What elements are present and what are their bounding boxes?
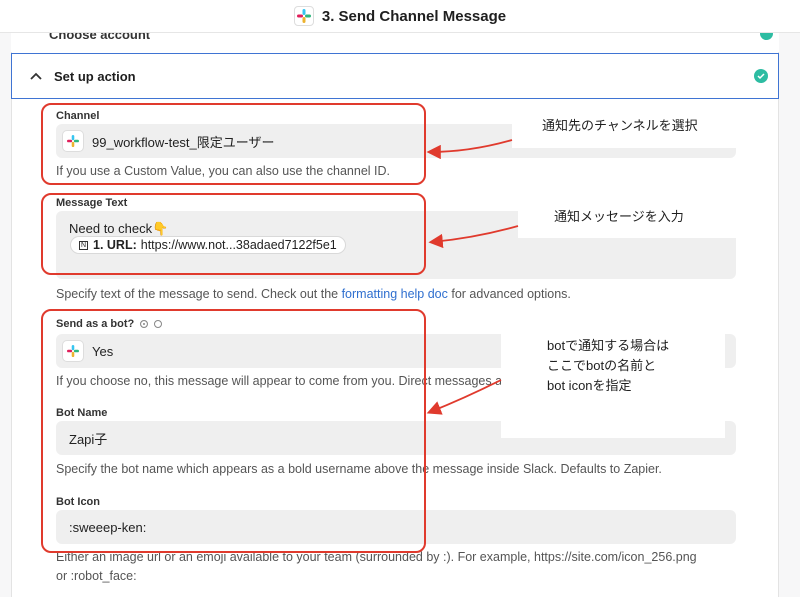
check-circle-icon xyxy=(760,33,773,40)
annotation-text: botで通知する場合は xyxy=(547,338,670,353)
url-pill[interactable]: N 1. URL: https://www.not...38adaed7122f… xyxy=(70,236,346,254)
annotation-callout: botで通知する場合は ここでbotの名前と bot iconを指定 xyxy=(501,330,725,438)
annotation-text: 通知メッセージを入力 xyxy=(554,209,684,224)
send-as-bot-text: Send as a bot? xyxy=(56,318,135,330)
bot-icon-help: Either an image url or an emoji availabl… xyxy=(56,550,697,564)
radio-off-icon[interactable] xyxy=(154,320,163,329)
page-title: 3. Send Channel Message xyxy=(321,7,507,25)
bot-icon-value: :sweeep-ken: xyxy=(69,519,147,535)
header-bar: 3. Send Channel Message xyxy=(0,0,800,33)
bot-icon-help-2: or :robot_face: xyxy=(56,569,137,583)
annotation-text: bot iconを指定 xyxy=(547,378,632,393)
pill-value: https://www.not...38adaed7122f5e1 xyxy=(140,238,337,252)
channel-help: If you use a Custom Value, you can also … xyxy=(56,164,390,178)
send-as-bot-label: Send as a bot? xyxy=(56,318,163,330)
radio-on-icon[interactable] xyxy=(140,320,149,329)
bot-name-help: Specify the bot name which appears as a … xyxy=(56,462,662,476)
slack-icon xyxy=(62,340,84,362)
channel-label: Channel xyxy=(56,110,100,122)
message-line: Need to check👇 xyxy=(69,221,169,236)
section-title: Set up action xyxy=(54,68,136,84)
notion-icon: N xyxy=(79,240,88,250)
annotation-text: 通知先のチャンネルを選択 xyxy=(542,118,698,133)
bot-icon-label: Bot Icon xyxy=(56,496,100,508)
send-as-bot-help: If you choose no, this message will appe… xyxy=(56,374,503,388)
choose-account-label: Choose account xyxy=(49,33,151,42)
choose-account-section[interactable]: Choose account xyxy=(11,33,779,52)
annotation-callout: 通知メッセージを入力 xyxy=(518,198,736,238)
bot-name-value: Zapi子 xyxy=(69,431,108,447)
annotation-callout: 通知先のチャンネルを選択 xyxy=(512,108,737,148)
message-text-label: Message Text xyxy=(56,197,128,209)
formatting-help-link[interactable]: formatting help doc xyxy=(342,287,448,301)
bot-icon-input[interactable]: :sweeep-ken: xyxy=(56,510,736,544)
message-help-text-end: for advanced options. xyxy=(447,287,571,301)
slack-icon xyxy=(293,6,314,26)
chevron-up-icon[interactable] xyxy=(26,66,46,86)
annotation-text: ここでbotの名前と xyxy=(547,358,657,373)
pill-prefix: 1. URL: xyxy=(93,238,137,252)
message-help-text: Specify text of the message to send. Che… xyxy=(56,287,342,301)
bot-name-label: Bot Name xyxy=(56,407,108,419)
send-as-bot-value: Yes xyxy=(92,343,114,359)
slack-icon xyxy=(62,130,84,152)
message-help: Specify text of the message to send. Che… xyxy=(56,287,571,301)
check-circle-icon xyxy=(754,69,768,83)
set-up-action-header[interactable]: Set up action xyxy=(11,53,779,99)
channel-value: 99_workflow-test_限定ユーザー xyxy=(92,134,275,150)
